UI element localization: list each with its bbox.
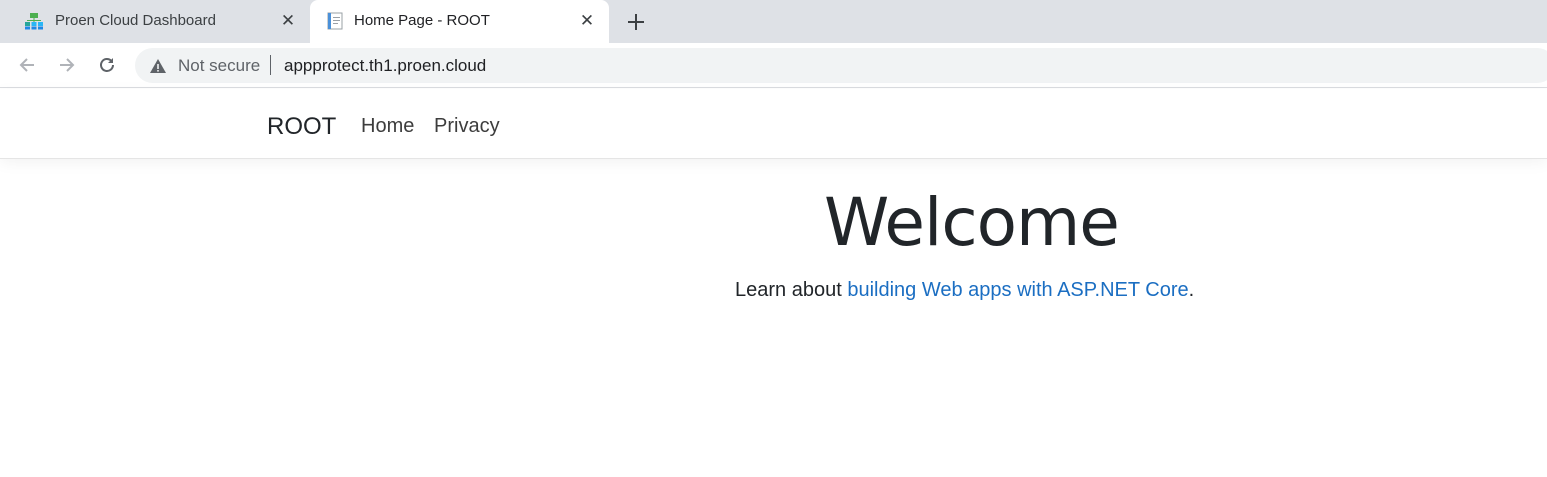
- address-bar[interactable]: Not secure appprotect.th1.proen.cloud: [135, 48, 1547, 83]
- tab-strip: Proen Cloud Dashboard ✕ Home Page - ROOT…: [0, 0, 1547, 43]
- browser-toolbar: Not secure appprotect.th1.proen.cloud: [0, 43, 1547, 88]
- new-tab-button[interactable]: [622, 8, 650, 36]
- arrow-left-icon: [19, 58, 34, 72]
- security-status[interactable]: Not secure: [178, 56, 260, 76]
- divider: [270, 55, 271, 75]
- intro-prefix: Learn about: [735, 279, 848, 301]
- plus-icon: [628, 14, 644, 30]
- arrow-right-icon: [60, 58, 75, 72]
- back-button[interactable]: [13, 51, 41, 79]
- document-icon: [327, 12, 343, 30]
- sitemap-icon: [25, 13, 43, 30]
- url-text[interactable]: appprotect.th1.proen.cloud: [284, 56, 486, 76]
- reload-button[interactable]: [93, 51, 121, 79]
- page-heading: Welcome: [824, 184, 1120, 261]
- intro-text: Learn about building Web apps with ASP.N…: [735, 279, 1194, 302]
- tab-title: Home Page - ROOT: [354, 12, 490, 29]
- warning-icon[interactable]: [149, 57, 167, 75]
- nav-privacy-link[interactable]: Privacy: [434, 115, 500, 138]
- site-brand[interactable]: ROOT: [267, 113, 336, 141]
- welcome-section: Welcome: [824, 184, 1120, 261]
- nav-home-link[interactable]: Home: [361, 115, 414, 138]
- site-navbar: ROOT Home Privacy: [0, 89, 1547, 159]
- aspnet-docs-link[interactable]: building Web apps with ASP.NET Core: [847, 279, 1188, 301]
- close-tab-icon[interactable]: ✕: [577, 11, 597, 31]
- forward-button[interactable]: [53, 51, 81, 79]
- reload-icon: [100, 58, 114, 72]
- close-tab-icon[interactable]: ✕: [278, 11, 298, 31]
- intro-suffix: .: [1188, 279, 1195, 301]
- tab-title: Proen Cloud Dashboard: [55, 12, 216, 29]
- tab-home-page[interactable]: Home Page - ROOT ✕: [310, 0, 609, 43]
- tab-proen-dashboard[interactable]: Proen Cloud Dashboard ✕: [0, 0, 310, 43]
